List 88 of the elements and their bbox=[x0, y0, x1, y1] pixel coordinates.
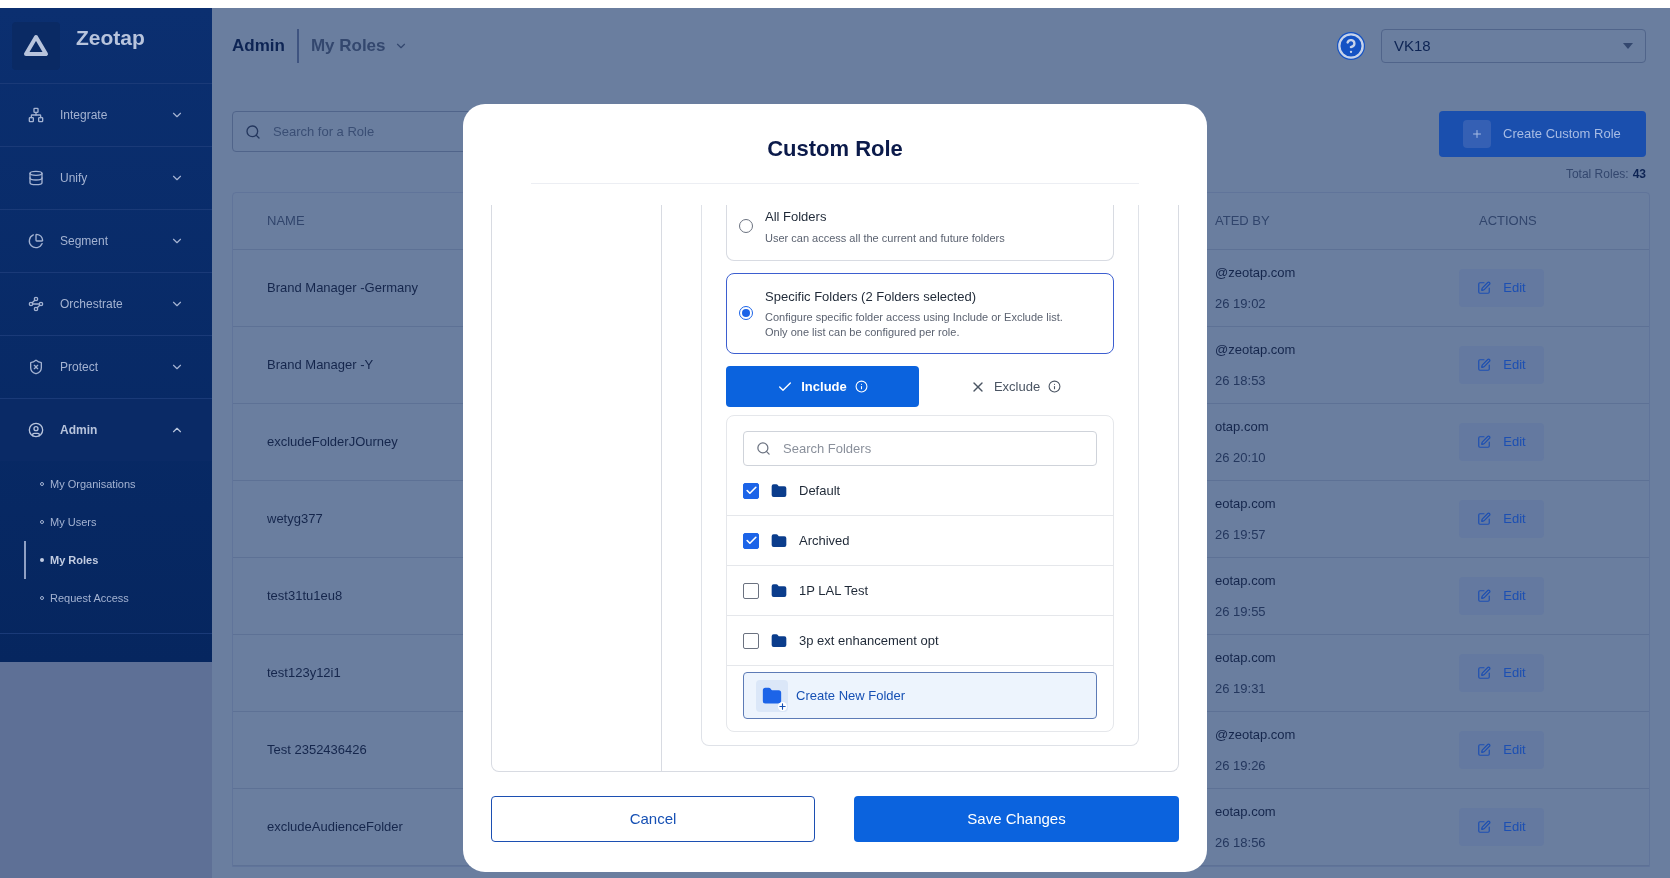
nav-icon bbox=[28, 422, 44, 438]
role-name: excludeAudienceFolder bbox=[266, 818, 403, 837]
folder-name: Default bbox=[799, 481, 841, 500]
role-name: wetyg377 bbox=[266, 510, 323, 529]
role-name: Brand Manager -Germany bbox=[266, 279, 418, 298]
option-description: Configure specific folder access using Include or Exclude list. Only one list can be configured per role. bbox=[765, 310, 1064, 340]
checkbox[interactable] bbox=[743, 582, 759, 599]
nav-icon bbox=[28, 170, 44, 186]
column-header: NAME bbox=[266, 212, 305, 231]
creator-email: eotap.com bbox=[1215, 648, 1276, 667]
column-header: ACTIONS bbox=[1478, 212, 1537, 231]
folder-search-field[interactable]: Search Folders bbox=[743, 431, 1097, 466]
created-time: 26 18:53 bbox=[1215, 372, 1266, 390]
role-name: Brand Manager -Y bbox=[266, 356, 374, 375]
help-icon[interactable] bbox=[1337, 32, 1365, 60]
folder-name: Archived bbox=[799, 531, 850, 550]
created-time: 26 19:57 bbox=[1215, 526, 1266, 544]
nav-item[interactable]: Protect bbox=[0, 336, 212, 398]
logo-text: Zeotap bbox=[76, 24, 145, 51]
created-time: 26 19:26 bbox=[1215, 757, 1266, 775]
checkbox[interactable] bbox=[743, 632, 759, 649]
edit-icon bbox=[1477, 435, 1492, 449]
creator-email: @zeotap.com bbox=[1215, 340, 1296, 359]
created-time: 26 19:55 bbox=[1215, 603, 1266, 621]
plus-icon bbox=[1463, 120, 1491, 148]
nav-icon bbox=[28, 233, 44, 249]
option-title: All Folders bbox=[765, 208, 828, 226]
nav-item[interactable]: Unify bbox=[0, 147, 212, 209]
column-header: ATED BY bbox=[1215, 212, 1270, 231]
option-title: Specific Folders (2 Folders selected) bbox=[765, 287, 977, 306]
edit-icon bbox=[1477, 666, 1492, 680]
folder-name: 3p ext enhancement opt bbox=[799, 631, 939, 650]
created-time: 26 20:10 bbox=[1215, 449, 1266, 467]
create-folder-button[interactable]: Create New Folder bbox=[743, 672, 1097, 719]
access-option[interactable]: All Folders User can access all the current and future folders bbox=[726, 205, 1114, 261]
nav-subitem[interactable]: My Users bbox=[0, 503, 212, 541]
search-icon bbox=[245, 123, 261, 140]
edit-icon bbox=[1477, 589, 1492, 603]
created-time: 26 18:56 bbox=[1215, 834, 1266, 852]
organisation-select[interactable]: VK18 bbox=[1381, 29, 1646, 63]
edit-icon bbox=[1477, 512, 1492, 526]
dialog-title: Custom Role bbox=[767, 135, 903, 163]
nav-item[interactable]: Segment bbox=[0, 210, 212, 272]
total-value: 43 bbox=[1632, 166, 1646, 183]
creator-email: eotap.com bbox=[1215, 494, 1276, 513]
creator-email: otap.com bbox=[1215, 417, 1269, 436]
search-icon bbox=[756, 441, 771, 456]
cancel-button[interactable]: Cancel bbox=[491, 796, 815, 842]
create-role-button[interactable]: Create Custom Role bbox=[1439, 111, 1646, 157]
breadcrumb-section[interactable]: Admin bbox=[232, 33, 285, 59]
nav-subitem[interactable]: My Organisations bbox=[0, 465, 212, 503]
edit-icon bbox=[1477, 281, 1492, 295]
folder-add-icon bbox=[756, 679, 788, 712]
edit-icon bbox=[1477, 820, 1492, 834]
created-time: 26 19:02 bbox=[1215, 295, 1266, 313]
creator-email: eotap.com bbox=[1215, 571, 1276, 590]
role-name: Test 2352436426 bbox=[266, 741, 367, 760]
nav-item[interactable]: Integrate bbox=[0, 84, 212, 146]
role-name: test31tu1eu8 bbox=[266, 587, 343, 606]
info-icon bbox=[854, 380, 868, 393]
creator-email: @zeotap.com bbox=[1215, 263, 1296, 282]
logo-icon bbox=[12, 21, 60, 70]
role-name: excludeFolderJOurney bbox=[266, 433, 398, 452]
caret-icon bbox=[1623, 43, 1633, 49]
folder-icon bbox=[771, 582, 787, 599]
nav-icon bbox=[28, 296, 44, 312]
save-button[interactable]: Save Changes bbox=[854, 796, 1179, 842]
option-description: User can access all the current and future folders bbox=[765, 230, 1006, 246]
folder-name: 1P LAL Test bbox=[799, 581, 869, 600]
edit-icon bbox=[1477, 743, 1492, 757]
edit-icon bbox=[1477, 358, 1492, 372]
creator-email: eotap.com bbox=[1215, 802, 1276, 821]
folder-icon bbox=[771, 532, 787, 549]
list-mode-tab[interactable]: Include bbox=[726, 366, 919, 407]
role-name: test123y12i1 bbox=[266, 664, 341, 683]
creator-email: @zeotap.com bbox=[1215, 725, 1296, 744]
created-time: 26 19:31 bbox=[1215, 680, 1266, 698]
folder-icon bbox=[771, 482, 787, 499]
nav-subitem[interactable]: Request Access bbox=[0, 579, 212, 617]
folder-icon bbox=[771, 632, 787, 649]
info-icon bbox=[1048, 380, 1062, 393]
checkbox[interactable] bbox=[743, 482, 759, 499]
bullet-icon bbox=[40, 558, 44, 562]
nav-item[interactable]: Orchestrate bbox=[0, 273, 212, 335]
nav-icon bbox=[28, 107, 44, 123]
checkbox[interactable] bbox=[743, 532, 759, 549]
nav-icon bbox=[28, 359, 44, 375]
access-option[interactable]: Specific Folders (2 Folders selected) Configure specific folder access using Include or Exclude list. Only one list can be configured per role. bbox=[726, 272, 1114, 354]
